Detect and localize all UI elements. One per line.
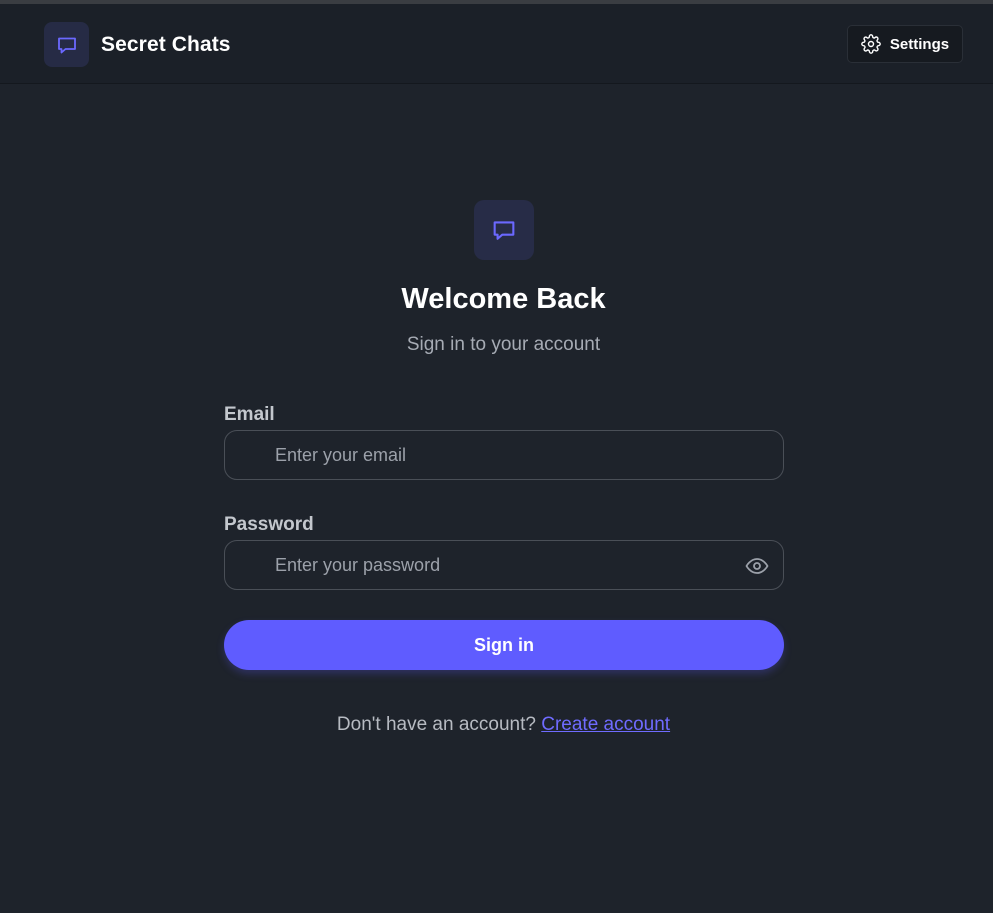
brand[interactable]: Secret Chats: [44, 22, 231, 67]
chat-bubble-icon: [474, 200, 534, 260]
create-account-link[interactable]: Create account: [541, 714, 670, 735]
chat-bubble-icon: [44, 22, 89, 67]
password-label: Password: [224, 514, 314, 535]
email-field[interactable]: [225, 431, 783, 479]
email-field-wrapper: [224, 430, 784, 480]
email-label: Email: [224, 404, 275, 425]
sign-in-button[interactable]: Sign in: [224, 620, 784, 670]
page-subtitle: Sign in to your account: [406, 334, 601, 355]
password-field[interactable]: [225, 541, 783, 589]
page-title: Welcome Back: [401, 283, 606, 315]
settings-button[interactable]: Settings: [847, 25, 963, 63]
password-field-wrapper: [224, 540, 784, 590]
gear-icon: [861, 34, 881, 54]
eye-icon[interactable]: [745, 554, 769, 578]
signup-prompt: Don't have an account? Create account: [0, 714, 993, 736]
brand-name: Secret Chats: [101, 32, 231, 56]
settings-label: Settings: [889, 35, 950, 53]
app-header: Secret Chats Settings: [0, 4, 993, 84]
signup-prompt-text: Don't have an account?: [336, 714, 536, 735]
